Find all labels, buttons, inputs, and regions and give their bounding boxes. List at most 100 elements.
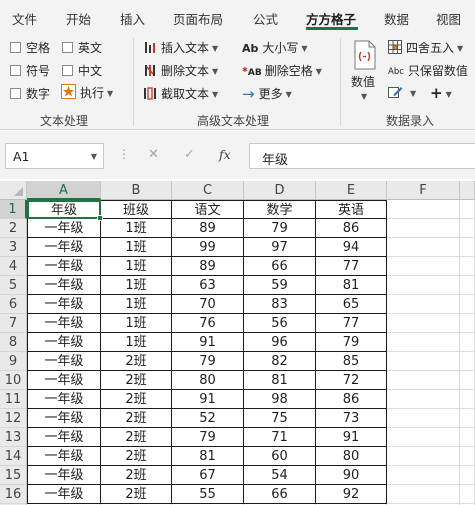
table-cell[interactable]: 2班: [101, 466, 172, 485]
chevron-down-icon[interactable]: ▼: [91, 152, 97, 161]
empty-cell[interactable]: [387, 428, 460, 447]
tab-page-layout[interactable]: 页面布局: [173, 9, 223, 28]
row-header[interactable]: 7: [0, 314, 27, 333]
empty-cell[interactable]: [460, 485, 475, 504]
formula-input[interactable]: 年级: [249, 143, 475, 169]
table-cell[interactable]: 80: [172, 371, 244, 390]
row-header[interactable]: 6: [0, 295, 27, 314]
row-header[interactable]: 15: [0, 466, 27, 485]
tab-formulas[interactable]: 公式: [253, 9, 278, 28]
checkbox-box[interactable]: [62, 42, 73, 53]
table-cell[interactable]: 一年级: [27, 352, 101, 371]
table-cell[interactable]: 1班: [101, 295, 172, 314]
checkbox-chinese[interactable]: 中文: [62, 62, 102, 79]
table-cell[interactable]: 90: [316, 466, 387, 485]
table-cell[interactable]: 83: [244, 295, 316, 314]
table-cell[interactable]: 91: [172, 390, 244, 409]
tab-insert[interactable]: 插入: [120, 9, 145, 28]
table-cell[interactable]: 一年级: [27, 314, 101, 333]
select-all-button[interactable]: [0, 181, 27, 200]
row-header[interactable]: 11: [0, 390, 27, 409]
table-cell[interactable]: 54: [244, 466, 316, 485]
table-cell[interactable]: 1班: [101, 333, 172, 352]
checkbox-symbol[interactable]: 符号: [10, 62, 50, 79]
table-cell[interactable]: 98: [244, 390, 316, 409]
delete-text-button[interactable]: 删除文本 ▼: [143, 62, 218, 79]
checkbox-box[interactable]: [10, 65, 21, 76]
table-cell[interactable]: 一年级: [27, 447, 101, 466]
table-cell[interactable]: 91: [316, 428, 387, 447]
empty-cell[interactable]: [387, 200, 460, 219]
table-cell[interactable]: 一年级: [27, 390, 101, 409]
table-cell[interactable]: 79: [172, 428, 244, 447]
empty-cell[interactable]: [387, 219, 460, 238]
column-header-f[interactable]: F: [387, 181, 460, 200]
table-cell[interactable]: 65: [316, 295, 387, 314]
empty-cell[interactable]: [387, 485, 460, 504]
table-cell[interactable]: 89: [172, 219, 244, 238]
spreadsheet-grid[interactable]: ABCDEF 1 2 3 4 5 6 7 8 9 10 11 12 13 14 15 16 年级 班级 语文 数学英…: [0, 179, 475, 505]
row-header[interactable]: 12: [0, 409, 27, 428]
empty-cell[interactable]: [387, 409, 460, 428]
empty-cell[interactable]: [460, 314, 475, 333]
table-cell[interactable]: 2班: [101, 409, 172, 428]
empty-cell[interactable]: [460, 371, 475, 390]
checkbox-box[interactable]: [10, 88, 21, 99]
tab-data[interactable]: 数据: [384, 9, 409, 28]
table-cell[interactable]: 97: [244, 238, 316, 257]
table-cell[interactable]: 2班: [101, 371, 172, 390]
checkbox-space[interactable]: 空格: [10, 39, 50, 56]
table-cell[interactable]: 81: [172, 447, 244, 466]
table-cell[interactable]: 2班: [101, 447, 172, 466]
table-cell[interactable]: 一年级: [27, 238, 101, 257]
table-cell[interactable]: 一年级: [27, 466, 101, 485]
table-cell[interactable]: 59: [244, 276, 316, 295]
table-cell[interactable]: 一年级: [27, 219, 101, 238]
row-header[interactable]: 5: [0, 276, 27, 295]
column-header-e[interactable]: E: [316, 181, 387, 200]
column-header-a[interactable]: A: [27, 181, 101, 200]
table-cell[interactable]: 94: [316, 238, 387, 257]
table-cell[interactable]: 73: [316, 409, 387, 428]
table-cell[interactable]: 89: [172, 257, 244, 276]
row-header[interactable]: 9: [0, 352, 27, 371]
table-cell[interactable]: 2班: [101, 485, 172, 504]
empty-cell[interactable]: [387, 314, 460, 333]
header-cell[interactable]: 数学: [244, 200, 316, 219]
table-cell[interactable]: 60: [244, 447, 316, 466]
table-cell[interactable]: 81: [244, 371, 316, 390]
table-cell[interactable]: 56: [244, 314, 316, 333]
value-button[interactable]: 数值 ▼: [348, 38, 380, 104]
table-cell[interactable]: 63: [172, 276, 244, 295]
header-cell[interactable]: 语文: [172, 200, 244, 219]
table-cell[interactable]: 一年级: [27, 485, 101, 504]
table-cell[interactable]: 81: [316, 276, 387, 295]
case-button[interactable]: Ab 大小写 ▼: [242, 39, 308, 56]
table-cell[interactable]: 1班: [101, 314, 172, 333]
tab-fangfang-grid[interactable]: 方方格子: [306, 9, 356, 28]
empty-cell[interactable]: [387, 390, 460, 409]
table-cell[interactable]: 86: [316, 219, 387, 238]
name-box[interactable]: A1 ▼: [5, 143, 104, 169]
empty-cell[interactable]: [460, 333, 475, 352]
empty-cell[interactable]: [387, 371, 460, 390]
cancel-icon[interactable]: ✕: [148, 147, 159, 162]
empty-cell[interactable]: [387, 276, 460, 295]
table-cell[interactable]: 一年级: [27, 371, 101, 390]
table-cell[interactable]: 86: [316, 390, 387, 409]
enter-icon[interactable]: ✓: [184, 147, 195, 162]
header-cell[interactable]: 英语: [316, 200, 387, 219]
table-cell[interactable]: 92: [316, 485, 387, 504]
table-cell[interactable]: 66: [244, 257, 316, 276]
extract-text-button[interactable]: 截取文本 ▼: [143, 85, 218, 102]
empty-cell[interactable]: [460, 238, 475, 257]
empty-cell[interactable]: [460, 200, 475, 219]
row-header[interactable]: 2: [0, 219, 27, 238]
table-cell[interactable]: 82: [244, 352, 316, 371]
table-cell[interactable]: 一年级: [27, 257, 101, 276]
row-header[interactable]: 10: [0, 371, 27, 390]
delete-space-button[interactable]: ✱AB 删除空格 ▼: [242, 62, 322, 79]
row-header[interactable]: 4: [0, 257, 27, 276]
table-cell[interactable]: 一年级: [27, 276, 101, 295]
empty-cell[interactable]: [460, 390, 475, 409]
